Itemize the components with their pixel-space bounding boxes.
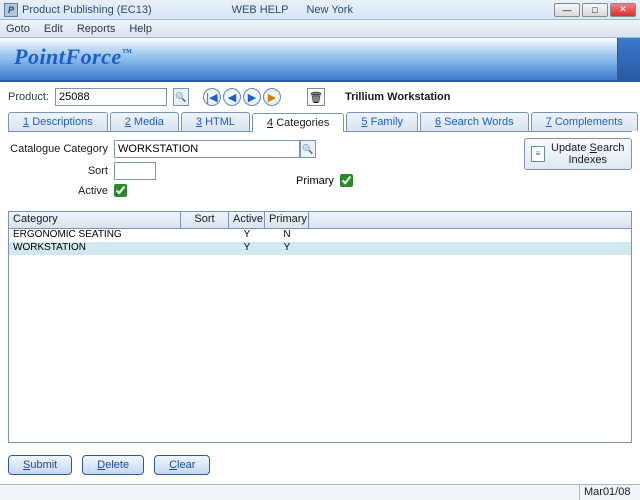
category-input[interactable]: [114, 140, 300, 158]
menu-goto[interactable]: Goto: [6, 23, 30, 35]
table-row[interactable]: WORKSTATION Y Y: [9, 242, 631, 255]
primary-label: Primary: [296, 175, 334, 187]
category-grid: Category Sort Active Primary ERGONOMIC S…: [8, 211, 632, 443]
tab-media[interactable]: 2 Media: [110, 112, 179, 131]
status-bar: Mar01/08: [0, 484, 640, 500]
menu-reports[interactable]: Reports: [77, 23, 116, 35]
tab-complements[interactable]: 7 Complements: [531, 112, 638, 131]
cell-primary: N: [265, 229, 309, 242]
brand-bar: PointForce™: [0, 38, 640, 82]
cell-category: ERGONOMIC SEATING: [9, 229, 181, 242]
clear-button[interactable]: Clear: [154, 455, 210, 475]
cell-sort: [181, 229, 229, 242]
title-center: WEB HELP New York: [232, 4, 353, 16]
menu-edit[interactable]: Edit: [44, 23, 63, 35]
delete-button[interactable]: Delete: [82, 455, 144, 475]
webhelp-label: WEB HELP: [232, 4, 289, 16]
product-label: Product:: [8, 91, 49, 103]
tab-descriptions[interactable]: 1 Descriptions: [8, 112, 108, 131]
brand-logo: PointForce™: [14, 44, 132, 70]
document-icon: ≡: [531, 146, 545, 162]
category-label: Catalogue Category: [8, 143, 114, 155]
sort-label: Sort: [8, 165, 114, 177]
maximize-button[interactable]: □: [582, 3, 608, 17]
update-search-indexes-button[interactable]: ≡ Update SearchIndexes: [524, 138, 632, 170]
product-lookup-icon[interactable]: 🔍: [173, 88, 189, 106]
menu-bar: Goto Edit Reports Help: [0, 20, 640, 38]
location-label: New York: [306, 4, 352, 16]
nav-play-button[interactable]: ▶: [263, 88, 281, 106]
col-active[interactable]: Active: [229, 212, 265, 228]
col-sort[interactable]: Sort: [181, 212, 229, 228]
cell-category: WORKSTATION: [9, 242, 181, 255]
col-primary[interactable]: Primary: [265, 212, 309, 228]
category-lookup-icon[interactable]: 🔍: [300, 140, 316, 158]
cell-active: Y: [229, 229, 265, 242]
cell-active: Y: [229, 242, 265, 255]
tab-categories[interactable]: 4 Categories: [252, 113, 344, 132]
cell-sort: [181, 242, 229, 255]
active-checkbox[interactable]: [114, 184, 127, 197]
primary-checkbox[interactable]: [340, 174, 353, 187]
app-icon: P: [4, 3, 18, 17]
tab-family[interactable]: 5 Family: [346, 112, 418, 131]
active-label: Active: [8, 185, 114, 197]
table-row[interactable]: ERGONOMIC SEATING Y N: [9, 229, 631, 242]
tab-strip: 1 Descriptions 2 Media 3 HTML 4 Categori…: [8, 112, 632, 132]
col-spacer: [309, 212, 631, 228]
cell-primary: Y: [265, 242, 309, 255]
col-category[interactable]: Category: [9, 212, 181, 228]
menu-help[interactable]: Help: [129, 23, 152, 35]
minimize-button[interactable]: —: [554, 3, 580, 17]
submit-button[interactable]: Submit: [8, 455, 72, 475]
product-name: Trillium Workstation: [345, 91, 451, 103]
delete-icon[interactable]: 🗑: [307, 88, 325, 106]
tab-search-words[interactable]: 6 Search Words: [420, 112, 529, 131]
nav-next-button[interactable]: ▶: [243, 88, 261, 106]
sort-input[interactable]: [114, 162, 156, 180]
nav-prev-button[interactable]: ◀: [223, 88, 241, 106]
status-date: Mar01/08: [580, 485, 640, 500]
window-title: Product Publishing (EC13): [22, 4, 152, 16]
close-button[interactable]: ✕: [610, 3, 636, 17]
product-input[interactable]: [55, 88, 167, 106]
nav-first-button[interactable]: |◀: [203, 88, 221, 106]
title-bar: P Product Publishing (EC13) WEB HELP New…: [0, 0, 640, 20]
tab-html[interactable]: 3 HTML: [181, 112, 250, 131]
